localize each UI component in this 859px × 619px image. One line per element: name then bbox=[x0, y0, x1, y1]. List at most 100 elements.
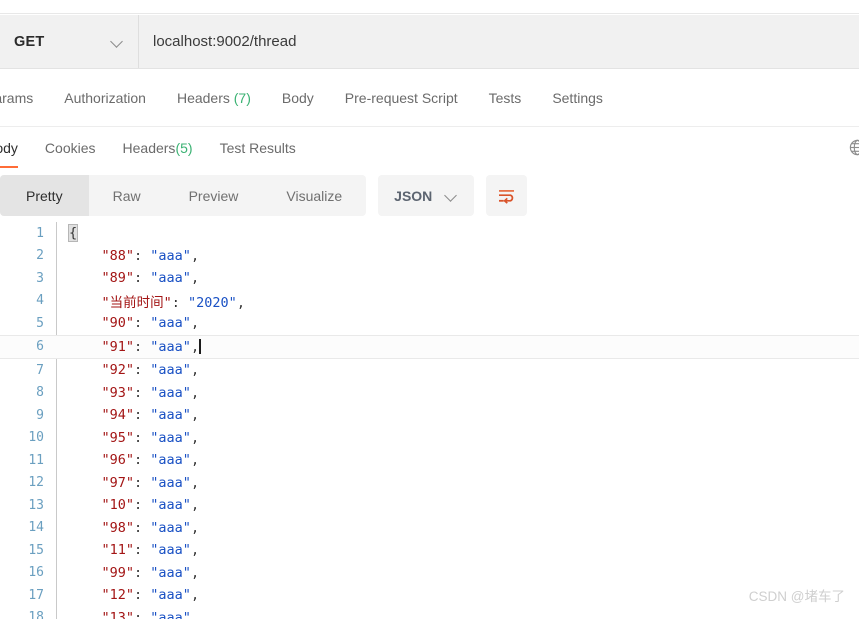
request-tab-pre-request-script[interactable]: Pre-request Script bbox=[345, 90, 458, 106]
response-tab-headers[interactable]: Headers (5) bbox=[123, 127, 193, 168]
line-number: 11 bbox=[28, 452, 44, 468]
json-brace: { bbox=[67, 224, 79, 243]
line-content: "12": "aaa", bbox=[44, 587, 200, 604]
line-number: 6 bbox=[36, 339, 44, 355]
json-comma: , bbox=[190, 270, 200, 287]
json-key: "95" bbox=[101, 429, 135, 446]
text-cursor bbox=[199, 338, 201, 354]
format-button-preview[interactable]: Preview bbox=[165, 175, 263, 216]
code-line: 13 "10": "aaa", bbox=[0, 494, 859, 517]
line-number: 15 bbox=[28, 542, 44, 558]
request-tab-body[interactable]: Body bbox=[282, 90, 314, 106]
json-separator: : bbox=[134, 609, 151, 619]
json-separator: : bbox=[134, 407, 151, 424]
http-method-select[interactable]: GET bbox=[0, 15, 139, 68]
json-separator: : bbox=[134, 338, 151, 355]
request-tab-authorization[interactable]: Authorization bbox=[64, 90, 146, 106]
response-body-viewer[interactable]: 1{2 "88": "aaa", 3 "89": "aaa", 4 "当前时间": … bbox=[0, 222, 859, 619]
line-content: "10": "aaa", bbox=[44, 497, 200, 514]
response-format-toolbar: Pretty Raw Preview Visualize JSON bbox=[0, 175, 528, 216]
format-button-raw[interactable]: Raw bbox=[89, 175, 165, 216]
json-comma: , bbox=[236, 294, 245, 311]
json-comma: , bbox=[190, 609, 200, 619]
request-tab-label: Tests bbox=[488, 89, 522, 106]
json-value: "aaa" bbox=[150, 497, 191, 514]
json-value: "aaa" bbox=[150, 247, 191, 264]
json-comma: , bbox=[190, 452, 200, 469]
json-key: "89" bbox=[101, 270, 135, 287]
line-content: "95": "aaa", bbox=[44, 429, 200, 446]
line-number: 8 bbox=[36, 385, 44, 401]
request-tab-settings[interactable]: Settings bbox=[552, 90, 603, 106]
line-content: "92": "aaa", bbox=[44, 362, 200, 379]
json-comma: , bbox=[190, 315, 200, 332]
line-content: "94": "aaa", bbox=[44, 407, 200, 424]
request-tab-params[interactable]: Params bbox=[0, 90, 33, 106]
json-value: "aaa" bbox=[150, 587, 191, 604]
json-key: "11" bbox=[101, 542, 135, 559]
code-line: 15 "11": "aaa", bbox=[0, 539, 859, 562]
window-top-strip bbox=[0, 0, 859, 14]
response-language-select[interactable]: JSON bbox=[378, 175, 475, 216]
http-method-label: GET bbox=[14, 33, 45, 50]
format-button-pretty[interactable]: Pretty bbox=[0, 175, 89, 216]
line-content: "98": "aaa", bbox=[44, 519, 200, 536]
json-key: "88" bbox=[101, 247, 135, 264]
watermark: CSDN @堵车了 bbox=[748, 589, 845, 604]
line-content: "当前时间": "2020", bbox=[44, 291, 245, 311]
line-number: 4 bbox=[36, 293, 44, 309]
code-line: 18 "13": "aaa", bbox=[0, 607, 859, 619]
response-tab-count: (5) bbox=[175, 139, 193, 156]
line-number: 14 bbox=[28, 520, 44, 536]
request-url-bar: GET localhost:9002/thread bbox=[0, 15, 859, 69]
line-content: "97": "aaa", bbox=[44, 474, 200, 491]
line-content: "13": "aaa", bbox=[44, 609, 200, 619]
json-key: "97" bbox=[101, 474, 135, 491]
json-value: "aaa" bbox=[150, 270, 191, 287]
json-comma: , bbox=[190, 542, 200, 559]
json-comma: , bbox=[190, 587, 200, 604]
json-key: "96" bbox=[101, 452, 135, 469]
request-tab-tests[interactable]: Tests bbox=[489, 90, 522, 106]
line-content: "89": "aaa", bbox=[44, 270, 200, 287]
code-line: 11 "96": "aaa", bbox=[0, 449, 859, 472]
json-comma: , bbox=[190, 362, 200, 379]
json-key: "94" bbox=[101, 407, 135, 424]
response-tab-cookies[interactable]: Cookies bbox=[45, 127, 96, 168]
response-tab-test-results[interactable]: Test Results bbox=[220, 127, 296, 168]
json-comma: , bbox=[190, 519, 200, 536]
json-separator: : bbox=[134, 315, 151, 332]
globe-icon[interactable] bbox=[848, 138, 859, 157]
json-key: "当前时间" bbox=[101, 294, 172, 311]
json-key: "91" bbox=[101, 338, 135, 355]
line-content: "96": "aaa", bbox=[44, 452, 200, 469]
code-line: 6 "91": "aaa", bbox=[0, 334, 859, 359]
code-line: 5 "90": "aaa", bbox=[0, 312, 859, 335]
json-key: "13" bbox=[101, 609, 135, 619]
line-number: 18 bbox=[28, 610, 44, 619]
response-tab-label: Headers bbox=[122, 139, 176, 156]
request-tab-count: (7) bbox=[229, 89, 251, 106]
request-tab-label: Authorization bbox=[64, 89, 146, 106]
json-separator: : bbox=[134, 564, 151, 581]
request-tab-label: Body bbox=[281, 89, 314, 106]
json-value: "aaa" bbox=[150, 609, 191, 619]
line-content: "91": "aaa", bbox=[44, 338, 201, 355]
json-value: "2020" bbox=[188, 294, 237, 311]
code-line: 8 "93": "aaa", bbox=[0, 382, 859, 405]
request-tab-label: Settings bbox=[552, 89, 603, 106]
response-tab-body[interactable]: Body bbox=[0, 127, 18, 168]
json-value: "aaa" bbox=[150, 338, 191, 355]
word-wrap-icon bbox=[499, 189, 515, 204]
word-wrap-button[interactable] bbox=[486, 175, 528, 216]
json-comma: , bbox=[190, 474, 200, 491]
request-url-input[interactable]: localhost:9002/thread bbox=[139, 15, 859, 68]
line-number: 2 bbox=[36, 248, 44, 264]
line-number: 9 bbox=[36, 407, 44, 423]
request-tab-headers[interactable]: Headers (7) bbox=[177, 90, 251, 106]
json-comma: , bbox=[190, 247, 200, 264]
response-tab-label: Body bbox=[0, 139, 18, 156]
json-separator: : bbox=[134, 247, 151, 264]
format-button-visualize[interactable]: Visualize bbox=[262, 175, 366, 216]
json-separator: : bbox=[134, 587, 151, 604]
